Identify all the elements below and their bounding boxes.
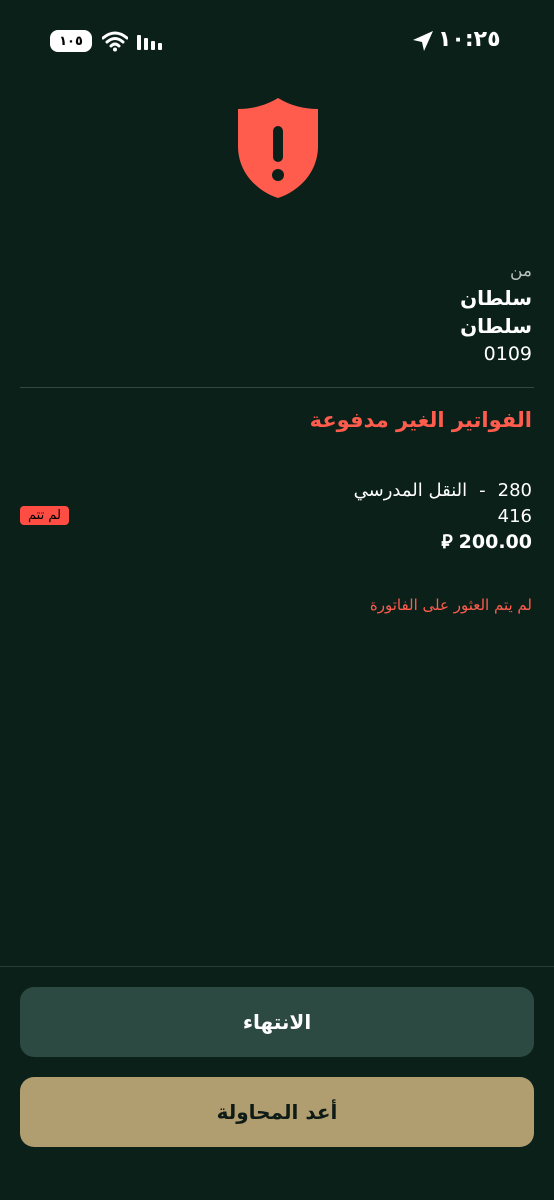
battery-level: ١٠٥ [59, 33, 83, 49]
invoice-amount: 200.00 [458, 531, 532, 553]
invoice-amount-line: ⃁ 200.00 [441, 530, 532, 554]
sender-account: 0109 [483, 343, 532, 365]
battery-indicator: ١٠٥ [50, 30, 92, 52]
cellular-signal-icon [137, 35, 162, 50]
location-arrow-icon [413, 31, 433, 51]
bottom-divider [0, 966, 554, 967]
status-badge: لم تتم [20, 506, 69, 525]
wifi-icon [102, 31, 128, 52]
unpaid-invoices-title: الفواتير الغير مدفوعة [309, 408, 532, 432]
invoice-code: 280 [497, 480, 532, 501]
currency-icon: ⃁ [441, 531, 453, 553]
error-message: لم يتم العثور على الفاتورة [369, 596, 532, 614]
sender-name-line1: سلطان [460, 286, 532, 310]
sender-block: من سلطان سلطان 0109 [460, 258, 532, 368]
invoice-service: النقل المدرسي [353, 480, 468, 501]
sender-name-line2: سلطان [460, 314, 532, 338]
clock: ١٠:٢٥ [438, 27, 501, 52]
invoice-dash: - [479, 480, 486, 501]
status-bar: ١٠٥ ١٠:٢٥ [0, 0, 554, 80]
retry-button[interactable]: أعد المحاولة [20, 1077, 534, 1147]
from-label: من [509, 261, 532, 281]
divider [20, 387, 534, 388]
invoice-reference: 416 [497, 506, 532, 527]
invoice-row: 280 - النقل المدرسي 416 ⃁ 200.00 لم تتم [0, 476, 554, 556]
shield-exclamation-icon [238, 98, 318, 198]
invoice-service-line: 280 - النقل المدرسي [354, 480, 532, 501]
finish-button[interactable]: الانتهاء [20, 987, 534, 1057]
